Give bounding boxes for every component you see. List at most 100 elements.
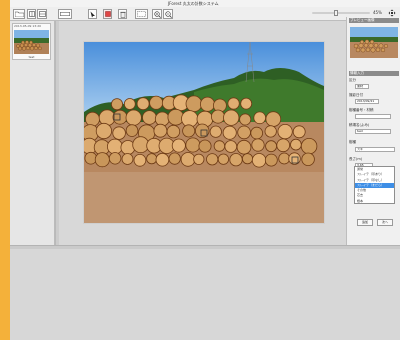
log-end: [84, 151, 98, 165]
log-end: [222, 125, 237, 140]
log-end: [146, 153, 158, 165]
stop-button[interactable]: [103, 9, 112, 19]
zoom-out-icon: [164, 10, 172, 18]
log-end: [209, 125, 222, 138]
log-end: [193, 153, 205, 165]
line-icon: [60, 12, 70, 16]
log-end: [236, 139, 252, 155]
thumbnail-name: test: [28, 55, 35, 59]
log-end: [185, 137, 201, 153]
log-end: [206, 153, 219, 166]
rectangle-select-icon: [137, 11, 146, 17]
info-header: 情報入力: [349, 71, 399, 76]
pointer-tool-button[interactable]: [88, 9, 97, 19]
log-end: [227, 97, 240, 110]
trash-icon: [119, 11, 126, 18]
app-window: JForest 丸太の計数システム 45% 2013-05-09 13:20 t…: [0, 0, 400, 340]
log-end: [264, 153, 278, 167]
thumbnails-button[interactable]: [27, 9, 36, 19]
zoom-in-button[interactable]: [152, 9, 162, 19]
length-label: 長さ(m): [349, 157, 363, 161]
log-pile-image: [84, 42, 324, 223]
select-rect-button[interactable]: [135, 9, 148, 19]
add-button[interactable]: 追加: [357, 219, 373, 226]
fit-screen-icon[interactable]: [388, 9, 396, 17]
pile-name-label: 積場名(よみ): [349, 123, 370, 127]
log-end: [133, 154, 147, 167]
log-end: [155, 152, 170, 167]
log-end: [276, 138, 291, 153]
log-end: [142, 110, 157, 125]
tree-species-select[interactable]: スギ: [355, 147, 395, 152]
log-end: [253, 111, 267, 125]
zoom-in-icon: [153, 10, 161, 18]
thumbnail-scrollbar[interactable]: [55, 21, 59, 245]
log-end: [223, 109, 240, 126]
stop-icon: [104, 11, 111, 17]
kind-select[interactable]: 素材: [355, 84, 369, 89]
preview-image: [350, 27, 398, 58]
log-end: [149, 95, 164, 110]
log-end: [185, 95, 203, 113]
log-end: [110, 98, 123, 111]
log-end: [239, 113, 252, 126]
log-end: [240, 97, 253, 110]
log-end: [168, 152, 181, 165]
log-end: [301, 152, 315, 167]
thumbnail-caption: 2013-05-09 13:20: [14, 24, 42, 28]
log-end: [125, 124, 139, 137]
delete-button[interactable]: [118, 9, 127, 19]
status-area: [10, 249, 400, 340]
log-end: [85, 111, 100, 127]
log-end: [250, 126, 264, 140]
accent-bar: [0, 0, 10, 340]
split-view-button[interactable]: [37, 9, 47, 19]
log-end: [241, 153, 253, 165]
log-pile-photo[interactable]: [83, 41, 325, 224]
log-end: [182, 124, 196, 138]
dropdown-option[interactable]: 根本: [355, 199, 394, 204]
log-end: [300, 137, 318, 155]
log-end: [290, 138, 302, 151]
log-end: [108, 152, 122, 165]
log-end: [95, 122, 112, 140]
species-field[interactable]: [355, 114, 391, 119]
log-end: [292, 125, 306, 139]
log-end: [264, 125, 277, 138]
thumbnail-panel: 2013-05-09 13:20 test: [10, 21, 55, 245]
date-field[interactable]: 2013/09/21: [355, 99, 379, 104]
log-end: [211, 109, 226, 124]
pile-name-field[interactable]: test: [355, 129, 391, 134]
log-end: [125, 109, 142, 126]
log-end: [237, 125, 251, 140]
line-tool-button[interactable]: [58, 9, 72, 19]
kind-label: 区分: [349, 78, 356, 82]
next-button[interactable]: 次へ: [377, 219, 393, 226]
preview-header: プレビュー画像: [349, 18, 399, 23]
log-end: [277, 124, 293, 140]
log-end: [198, 139, 212, 153]
log-end: [153, 123, 168, 138]
log-end: [251, 153, 267, 168]
thumbnail-image: [14, 30, 49, 54]
log-end: [180, 152, 196, 167]
zoom-label: 45%: [373, 10, 382, 15]
zoom-slider-thumb[interactable]: [333, 10, 338, 16]
zoom-slider[interactable]: [312, 10, 370, 16]
log-end: [217, 153, 229, 165]
log-end: [200, 96, 216, 112]
log-end: [171, 138, 186, 153]
log-end: [94, 152, 110, 168]
title-bar: JForest 丸太の計数システム: [10, 0, 400, 7]
split-view-icon: [38, 11, 46, 17]
thumbnail-item[interactable]: 2013-05-09 13:20 test: [12, 23, 51, 60]
option-dropdown: 通常 スレイテ（帯あり） スレイテ（帯なし） スレイテ（まだら） その他 芯去 …: [354, 166, 395, 204]
log-end: [251, 138, 265, 152]
log-end: [121, 153, 134, 165]
log-end: [265, 111, 282, 127]
zoom-out-button[interactable]: [163, 9, 173, 19]
info-panel: プレビュー画像 情報入力 区分 素材 撮影日付 2013/09/21 樹種番号・…: [346, 17, 400, 245]
thumbnails-icon: [28, 11, 35, 17]
open-folder-button[interactable]: [13, 9, 25, 19]
log-end: [106, 138, 123, 155]
